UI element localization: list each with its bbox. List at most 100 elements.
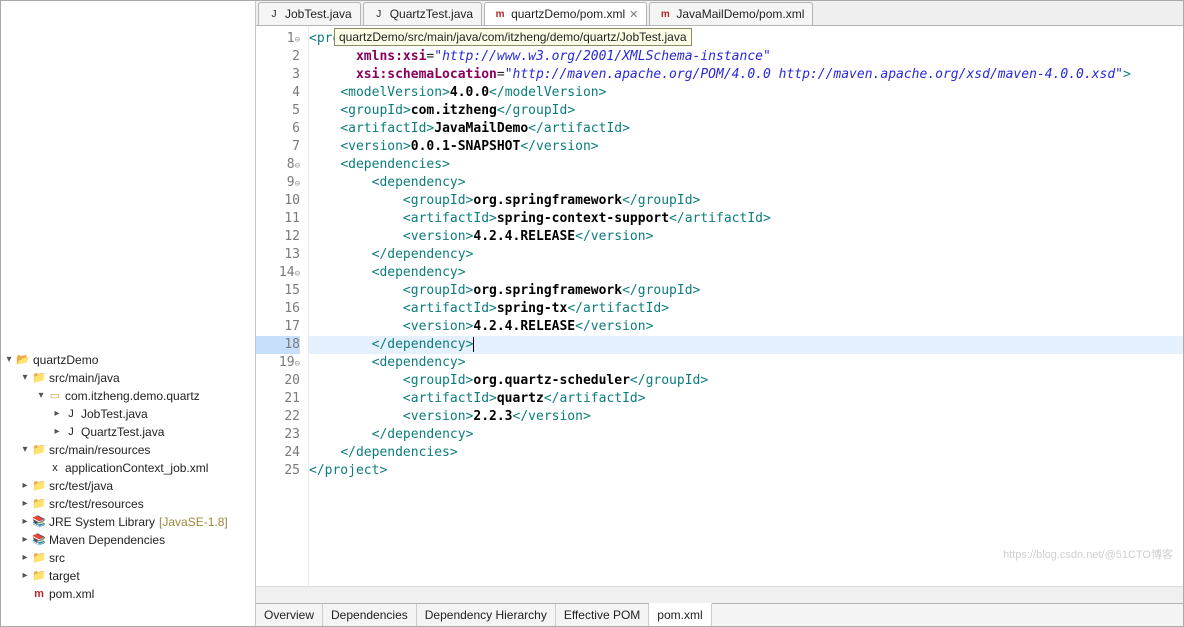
expand-icon[interactable]: ▾ [35, 387, 47, 405]
expand-icon[interactable]: ▸ [51, 405, 63, 423]
tree-item[interactable]: ▸📁src/test/resources [1, 495, 255, 513]
code-editor[interactable]: 1⊖2345678⊖9⊖1011121314⊖1516171819⊖202122… [256, 26, 1183, 586]
package-icon: ▭ [47, 388, 63, 404]
pom-tab[interactable]: pom.xml [649, 603, 711, 626]
expand-icon[interactable]: ▸ [19, 513, 31, 531]
expand-icon[interactable]: ▸ [51, 423, 63, 441]
expand-icon[interactable]: ▾ [19, 369, 31, 387]
tree-item[interactable]: ▸JQuartzTest.java [1, 423, 255, 441]
editor-tab[interactable]: mquartzDemo/pom.xml✕ [484, 2, 647, 25]
code-line[interactable]: <dependency> [309, 264, 1183, 282]
code-line[interactable]: </project> [309, 462, 1183, 480]
code-line[interactable]: <modelVersion>4.0.0</modelVersion> [309, 84, 1183, 102]
code-line[interactable]: <artifactId>spring-context-support</arti… [309, 210, 1183, 228]
line-number: 16 [256, 300, 300, 318]
mvn-icon: m [31, 586, 47, 602]
editor-tab[interactable]: mJavaMailDemo/pom.xml [649, 2, 813, 25]
tree-item-label: src/test/resources [49, 495, 148, 513]
code-line[interactable]: xmlns:xsi="http://www.w3.org/2001/XMLSch… [309, 48, 1183, 66]
code-line[interactable]: </dependency> [309, 336, 1183, 354]
tree-item[interactable]: ▸📚JRE System Library [JavaSE-1.8] [1, 513, 255, 531]
tree-item[interactable]: ▸📁target [1, 567, 255, 585]
line-number: 11 [256, 210, 300, 228]
srcfolder-icon: 📁 [31, 370, 47, 386]
close-icon[interactable]: ✕ [629, 8, 638, 21]
expand-icon[interactable]: ▸ [19, 549, 31, 567]
code-line[interactable]: <version>0.0.1-SNAPSHOT</version> [309, 138, 1183, 156]
pom-editor-tabs: OverviewDependenciesDependency Hierarchy… [256, 603, 1183, 626]
code-line[interactable]: </dependency> [309, 246, 1183, 264]
editor-tab[interactable]: J JobTest.java [258, 2, 361, 25]
hover-tooltip: quartzDemo/src/main/java/com/itzheng/dem… [334, 28, 692, 46]
tree-item[interactable]: mpom.xml [1, 585, 255, 603]
horizontal-scrollbar[interactable] [256, 586, 1183, 603]
line-number: 17 [256, 318, 300, 336]
line-number: 14⊖ [256, 264, 300, 282]
tree-item[interactable]: ▸JJobTest.java [1, 405, 255, 423]
tree-item[interactable]: ▾📂quartzDemo [1, 351, 255, 369]
code-line[interactable]: <version>2.2.3</version> [309, 408, 1183, 426]
pom-tab[interactable]: Dependency Hierarchy [417, 604, 556, 626]
line-number: 4 [256, 84, 300, 102]
pom-tab[interactable]: Dependencies [323, 604, 417, 626]
editor-tabs: JJobTest.javaJQuartzTest.javamquartzDemo… [256, 1, 1183, 26]
expand-icon[interactable]: ▾ [19, 441, 31, 459]
line-number: 18 [256, 336, 300, 354]
tree-item-label: quartzDemo [33, 351, 102, 369]
code-line[interactable]: <version>4.2.4.RELEASE</version> [309, 228, 1183, 246]
project-explorer[interactable]: ▾📂quartzDemo▾📁src/main/java▾▭com.itzheng… [1, 1, 256, 626]
line-number-gutter: 1⊖2345678⊖9⊖1011121314⊖1516171819⊖202122… [256, 26, 309, 586]
tree-item-label: target [49, 567, 84, 585]
tree-item[interactable]: ▸📚Maven Dependencies [1, 531, 255, 549]
code-line[interactable]: <dependency> [309, 354, 1183, 372]
java-icon: J [267, 7, 281, 21]
line-number: 8⊖ [256, 156, 300, 174]
tree-item-label: src [49, 549, 69, 567]
code-line[interactable]: <dependencies> [309, 156, 1183, 174]
code-line[interactable]: </dependency> [309, 426, 1183, 444]
folder-icon: 📁 [31, 550, 47, 566]
code-line[interactable]: <dependency> [309, 174, 1183, 192]
tab-label: quartzDemo/pom.xml [511, 7, 625, 21]
tree-item[interactable]: xapplicationContext_job.xml [1, 459, 255, 477]
tree-item-label: src/main/resources [49, 441, 154, 459]
expand-icon[interactable]: ▸ [19, 567, 31, 585]
expand-icon[interactable]: ▾ [3, 351, 15, 369]
code-line[interactable]: <version>4.2.4.RELEASE</version> [309, 318, 1183, 336]
code-line[interactable]: <artifactId>spring-tx</artifactId> [309, 300, 1183, 318]
line-number: 19⊖ [256, 354, 300, 372]
editor-tab[interactable]: JQuartzTest.java [363, 2, 482, 25]
code-content[interactable]: <proj xmlns:xsi="http://www.w3.org/2001/… [309, 26, 1183, 586]
workbench: ▾📂quartzDemo▾📁src/main/java▾▭com.itzheng… [0, 0, 1184, 627]
tree-item-label: pom.xml [49, 585, 98, 603]
line-number: 9⊖ [256, 174, 300, 192]
tab-label: JobTest.java [285, 7, 352, 21]
tree-item[interactable]: ▾📁src/main/java [1, 369, 255, 387]
expand-icon[interactable]: ▸ [19, 477, 31, 495]
code-line[interactable]: <groupId>com.itzheng</groupId> [309, 102, 1183, 120]
line-number: 3 [256, 66, 300, 84]
code-line[interactable]: <groupId>org.springframework</groupId> [309, 282, 1183, 300]
line-number: 6 [256, 120, 300, 138]
java-icon: J [63, 424, 79, 440]
tab-label: JavaMailDemo/pom.xml [676, 7, 804, 21]
tree-item[interactable]: ▸📁src/test/java [1, 477, 255, 495]
lib-icon: 📚 [31, 532, 47, 548]
tab-label: QuartzTest.java [390, 7, 473, 21]
code-line[interactable]: <groupId>org.springframework</groupId> [309, 192, 1183, 210]
tree-item[interactable]: ▾▭com.itzheng.demo.quartz [1, 387, 255, 405]
expand-icon[interactable]: ▸ [19, 495, 31, 513]
tree-item[interactable]: ▾📁src/main/resources [1, 441, 255, 459]
tree-item-label: QuartzTest.java [81, 423, 168, 441]
expand-icon[interactable]: ▸ [19, 531, 31, 549]
pom-tab[interactable]: Overview [256, 604, 323, 626]
pom-tab[interactable]: Effective POM [556, 604, 649, 626]
code-line[interactable]: <groupId>org.quartz-scheduler</groupId> [309, 372, 1183, 390]
code-line[interactable]: <artifactId>JavaMailDemo</artifactId> [309, 120, 1183, 138]
proj-icon: 📂 [15, 352, 31, 368]
tree-item-label: src/test/java [49, 477, 117, 495]
code-line[interactable]: xsi:schemaLocation="http://maven.apache.… [309, 66, 1183, 84]
code-line[interactable]: <artifactId>quartz</artifactId> [309, 390, 1183, 408]
tree-item[interactable]: ▸📁src [1, 549, 255, 567]
code-line[interactable]: </dependencies> [309, 444, 1183, 462]
